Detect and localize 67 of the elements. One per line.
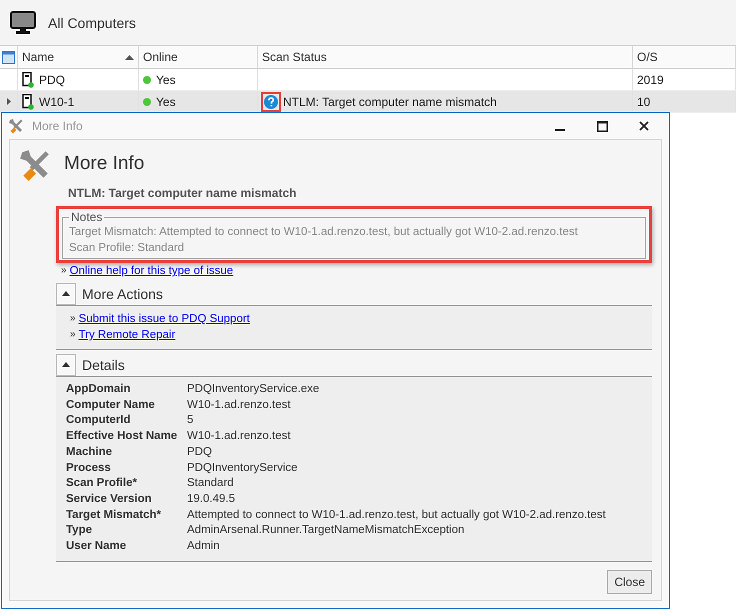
detail-key: Target Mismatch* — [66, 508, 187, 524]
table-row[interactable]: PDQ Yes 2019 — [0, 69, 736, 91]
calendar-icon[interactable] — [2, 50, 15, 64]
detail-key: Service Version — [66, 492, 187, 508]
bullet-text: » — [61, 264, 67, 278]
table-cell: PDQ — [39, 72, 66, 86]
dialog-heading: More Info — [64, 153, 144, 175]
section-title: Details — [82, 356, 125, 372]
detail-key: Computer Name — [66, 398, 187, 414]
close-icon — [639, 121, 649, 131]
detail-key: Type — [66, 523, 187, 540]
table-cell: 10 — [637, 94, 650, 108]
close-dialog-button[interactable]: Close — [607, 570, 652, 594]
column-header[interactable]: Scan Status — [258, 45, 633, 69]
note-text: Scan Profile: Standard — [69, 241, 186, 256]
detail-key: Process — [66, 460, 187, 476]
detail-value: PDQInventoryService — [187, 460, 299, 476]
detail-value: W10-1.ad.renzo.test — [187, 429, 292, 444]
table-cell: Yes — [156, 72, 176, 86]
collapse-toggle[interactable] — [56, 282, 76, 304]
notes-legend: Notes — [69, 210, 104, 224]
detail-value: 19.0.49.5 — [187, 492, 236, 507]
minimize-icon — [555, 128, 565, 130]
row-indicator-icon — [6, 98, 10, 105]
caret-icon — [62, 362, 70, 367]
detail-value: 5 — [187, 413, 194, 428]
table-cell: NTLM: Target computer name mismatch — [283, 94, 497, 108]
collapse-toggle[interactable] — [56, 354, 76, 376]
detail-value: AdminArsenal.Runner.TargetNameMismatchException — [187, 523, 466, 538]
action-link[interactable]: Submit this issue to PDQ Support — [78, 311, 250, 327]
detail-key: ComputerId — [66, 413, 187, 430]
column-header[interactable]: O/S — [633, 45, 736, 69]
sort-arrow-icon — [125, 54, 134, 60]
online-dot-icon — [143, 98, 151, 106]
table-row[interactable]: W10-1 Yes NTLM: Target computer name mismatch 10 — [0, 91, 736, 113]
detail-key: Scan Profile* — [66, 476, 187, 492]
detail-key: Effective Host Name — [66, 429, 187, 445]
note-text: Target Mismatch: Attempted to connect to W10-1.ad.renzo.test, but actually got W10-2.ad.renzo.test — [69, 225, 579, 240]
column-header[interactable]: Online — [139, 45, 258, 69]
table-cell: Yes — [156, 94, 176, 108]
window-title: More Info — [32, 119, 84, 133]
bullet-text: » — [70, 328, 76, 342]
online-dot-icon — [143, 76, 151, 84]
help-link[interactable]: Online help for this type of issue — [70, 263, 234, 279]
bullet-text: » — [70, 312, 76, 326]
action-link[interactable]: Try Remote Repair — [78, 327, 176, 343]
detail-key: User Name — [66, 539, 187, 555]
table-cell: W10-1 — [39, 94, 74, 108]
monitor-icon — [10, 10, 36, 34]
detail-value: Admin — [187, 539, 221, 554]
detail-value: W10-1.ad.renzo.test — [187, 398, 292, 413]
detail-key: AppDomain — [66, 382, 187, 398]
table-cell: 2019 — [637, 72, 664, 86]
maximize-icon — [596, 120, 608, 132]
computer-icon — [22, 72, 34, 88]
computer-icon — [22, 94, 34, 110]
view-title: All Computers — [48, 14, 136, 30]
detail-value: Standard — [187, 476, 235, 492]
section-title: More Actions — [82, 286, 163, 302]
detail-key: Machine — [66, 444, 187, 461]
issue-title: NTLM: Target computer name mismatch — [68, 186, 298, 200]
caret-icon — [62, 291, 70, 296]
tools-icon — [8, 118, 24, 134]
detail-value: Attempted to connect to W10-1.ad.renzo.test, but actually got W10-2.ad.renzo.test — [187, 508, 607, 523]
column-header[interactable]: Name — [18, 45, 139, 69]
detail-value: PDQ — [187, 444, 213, 460]
detail-value: PDQInventoryService.exe — [187, 382, 320, 397]
